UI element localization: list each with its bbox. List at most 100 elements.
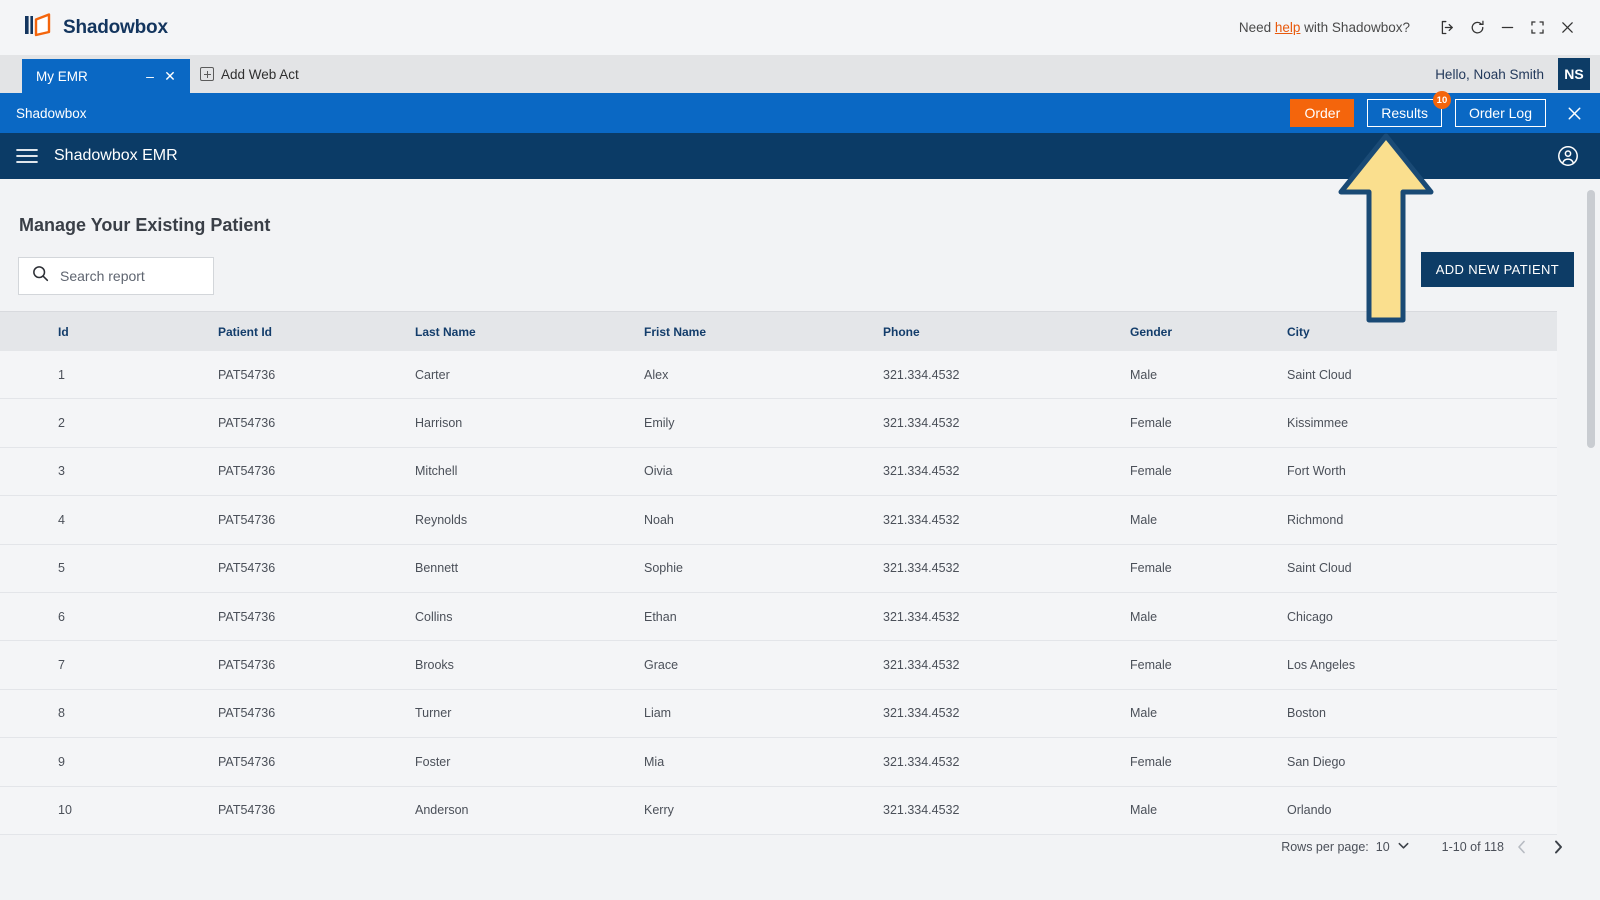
cell-gender: Male xyxy=(1130,512,1158,527)
greeting-bar: Hello, Noah Smith NS xyxy=(1435,55,1600,93)
cell-last-name: Collins xyxy=(415,609,453,624)
cell-last-name: Harrison xyxy=(415,416,463,431)
cell-last-name: Foster xyxy=(415,754,451,769)
cell-phone: 321.334.4532 xyxy=(883,561,960,576)
cell-gender: Male xyxy=(1130,609,1158,624)
cell-first-name: Emily xyxy=(644,416,675,431)
brand-logo: Shadowbox xyxy=(24,13,168,42)
table-row[interactable]: 1 PAT54736 Carter Alex 321.334.4532 Male Saint… xyxy=(0,351,1557,400)
column-header-city[interactable]: City xyxy=(1287,325,1487,339)
table-row[interactable]: 7 PAT54736 Brooks Grace 321.334.4532 Female Lo… xyxy=(0,641,1557,690)
table-row[interactable]: 3 PAT54736 Mitchell Oivia 321.334.4532 Female… xyxy=(0,447,1557,497)
cell-city: Kissimmee xyxy=(1287,416,1349,431)
cell-first-name: Sophie xyxy=(644,561,683,576)
cell-gender: Female xyxy=(1130,754,1172,769)
help-prefix: Need xyxy=(1238,20,1275,35)
close-icon[interactable] xyxy=(1552,13,1582,43)
cell-id: 10 xyxy=(58,803,72,818)
add-new-patient-button[interactable]: ADD NEW PATIENT xyxy=(1420,252,1574,287)
search-input[interactable]: Search report xyxy=(18,257,214,295)
cell-gender: Male xyxy=(1130,706,1158,721)
add-web-act-label: Add Web Act xyxy=(221,66,299,82)
cell-city: Chicago xyxy=(1287,609,1333,624)
help-suffix: with Shadowbox? xyxy=(1300,20,1410,35)
next-page-button[interactable] xyxy=(1540,829,1576,865)
table-header-row: Id Patient Id Last Name Frist Name Phone… xyxy=(0,311,1557,351)
cell-patient-id: PAT54736 xyxy=(218,706,276,721)
cell-phone: 321.334.4532 xyxy=(883,609,960,624)
cell-gender: Female xyxy=(1130,416,1172,431)
tab-my-emr[interactable]: My EMR – ✕ xyxy=(22,59,190,93)
account-circle-icon[interactable] xyxy=(1556,144,1580,168)
cell-patient-id: PAT54736 xyxy=(218,367,276,382)
cell-first-name: Liam xyxy=(644,706,672,721)
table-body: 1 PAT54736 Carter Alex 321.334.4532 Male Saint… xyxy=(0,351,1557,835)
app-header: Shadowbox Need help with Shadowbox? xyxy=(0,0,1600,55)
cell-patient-id: PAT54736 xyxy=(218,416,276,431)
column-header-gender[interactable]: Gender xyxy=(1130,325,1287,339)
results-button[interactable]: Results 10 xyxy=(1367,91,1451,127)
cell-id: 8 xyxy=(58,706,65,721)
column-header-phone[interactable]: Phone xyxy=(883,325,1130,339)
rows-per-page-select[interactable]: Rows per page: 10 xyxy=(1281,839,1409,855)
avatar[interactable]: NS xyxy=(1558,58,1590,90)
greeting-text: Hello, Noah Smith xyxy=(1435,66,1544,82)
cell-first-name: Kerry xyxy=(644,803,674,818)
cell-id: 3 xyxy=(58,464,65,479)
column-header-patient-id[interactable]: Patient Id xyxy=(218,325,415,339)
cell-gender: Male xyxy=(1130,367,1158,382)
previous-page-button[interactable] xyxy=(1504,829,1540,865)
table-row[interactable]: 4 PAT54736 Reynolds Noah 321.334.4532 Male Ric… xyxy=(0,496,1557,545)
help-text: Need help with Shadowbox? xyxy=(1239,20,1410,35)
header-right-group: Need help with Shadowbox? xyxy=(1239,13,1582,43)
table-row[interactable]: 2 PAT54736 Harrison Emily 321.334.4532 Female… xyxy=(0,399,1557,448)
column-header-first-name[interactable]: Frist Name xyxy=(644,325,883,339)
table-row[interactable]: 8 PAT54736 Turner Liam 321.334.4532 Male Bosto… xyxy=(0,689,1557,739)
cell-id: 7 xyxy=(58,658,65,673)
cell-phone: 321.334.4532 xyxy=(883,658,960,673)
cell-last-name: Reynolds xyxy=(415,512,468,527)
help-link[interactable]: help xyxy=(1275,20,1301,35)
refresh-icon[interactable] xyxy=(1462,13,1492,43)
cell-patient-id: PAT54736 xyxy=(218,803,276,818)
action-bar: Shadowbox Order Results 10 Order Log xyxy=(0,91,1600,133)
logout-icon[interactable] xyxy=(1432,13,1462,43)
results-badge: 10 xyxy=(1432,91,1451,109)
cell-gender: Male xyxy=(1130,803,1158,818)
cell-patient-id: PAT54736 xyxy=(218,512,276,527)
restore-icon[interactable] xyxy=(1522,13,1552,43)
menu-icon[interactable] xyxy=(16,148,38,164)
table-row[interactable]: 5 PAT54736 Bennett Sophie 321.334.4532 Female… xyxy=(0,544,1557,593)
cell-first-name: Grace xyxy=(644,658,679,673)
column-header-id[interactable]: Id xyxy=(0,325,218,339)
vertical-scrollbar-thumb[interactable] xyxy=(1587,190,1595,448)
cell-gender: Female xyxy=(1130,464,1172,479)
search-icon xyxy=(31,264,50,288)
tab-minimize-icon[interactable]: – xyxy=(140,69,160,83)
cell-last-name: Brooks xyxy=(415,658,454,673)
cell-city: Saint Cloud xyxy=(1287,367,1352,382)
table-row[interactable]: 10 PAT54736 Anderson Kerry 321.334.4532 Male O… xyxy=(0,786,1557,835)
table-row[interactable]: 6 PAT54736 Collins Ethan 321.334.4532 Male Chi… xyxy=(0,592,1557,642)
cell-phone: 321.334.4532 xyxy=(883,367,960,382)
tab-my-emr-label: My EMR xyxy=(36,68,88,84)
cell-phone: 321.334.4532 xyxy=(883,706,960,721)
cell-city: Boston xyxy=(1287,706,1326,721)
action-bar-buttons: Order Results 10 Order Log xyxy=(1290,91,1584,127)
rows-per-page-value: 10 xyxy=(1375,840,1390,854)
order-button[interactable]: Order xyxy=(1290,99,1355,127)
cell-city: Orlando xyxy=(1287,803,1332,818)
tab-close-icon[interactable]: ✕ xyxy=(160,69,180,83)
action-bar-close-icon[interactable] xyxy=(1565,104,1584,123)
cell-city: Saint Cloud xyxy=(1287,561,1352,576)
cell-phone: 321.334.4532 xyxy=(883,512,960,527)
minimize-icon[interactable] xyxy=(1492,13,1522,43)
column-header-last-name[interactable]: Last Name xyxy=(415,325,644,339)
add-web-act-button[interactable]: Add Web Act xyxy=(200,55,299,93)
cell-gender: Female xyxy=(1130,561,1172,576)
cell-phone: 321.334.4532 xyxy=(883,416,960,431)
tab-strip: My EMR – ✕ Add Web Act xyxy=(0,55,1600,93)
order-log-button[interactable]: Order Log xyxy=(1454,99,1546,127)
table-row[interactable]: 9 PAT54736 Foster Mia 321.334.4532 Female San … xyxy=(0,738,1557,787)
cell-last-name: Bennett xyxy=(415,561,459,576)
